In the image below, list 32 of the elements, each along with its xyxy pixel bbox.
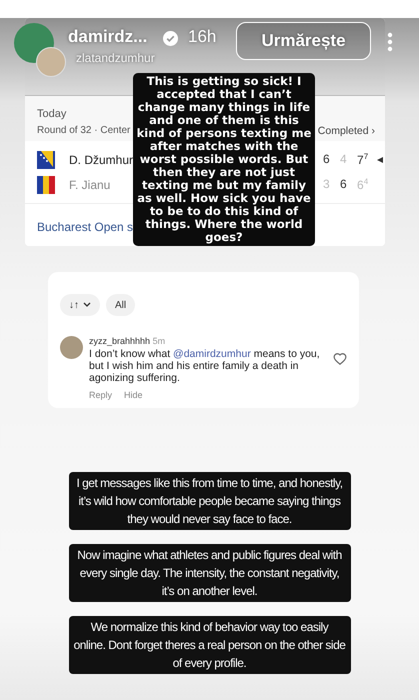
set-score: 6 [340,177,348,192]
chevron-down-icon [83,302,91,308]
set-score: 3 [323,177,331,192]
avatar-placeholder [60,336,83,359]
mention-link[interactable]: @damirdzumhur [173,348,251,360]
round-label: Round of 32 · Center [37,125,130,137]
heart-icon[interactable] [333,352,347,366]
overlay-text: This is getting so sick! I accepted that I can’t change many things in life and one of them is this kind of persons texting me after matches with the worst possible words. But then they are not just texting me but my family as well. How sick you have to be to do this kind of things. Where the world goes? [133,73,315,246]
comment-action[interactable]: Hide [124,390,143,400]
player-name: D. Džumhur [69,152,134,166]
filter-chip[interactable]: All [106,294,136,316]
tournament-link[interactable]: Bucharest Open s [37,220,134,234]
set-score: 6 [323,152,331,167]
post-time: 16h [188,27,216,47]
set-score: 4 [340,152,348,167]
comment-text: I don’t know what @damirdzumhur means to you, but I wish him and his entire family a death in agonizing suffering. [89,348,321,384]
caption-text: We normalize this kind of behavior way too easily online. Dont forget theres a real person on the other side of every profile. [68,616,350,674]
follow-button[interactable]: Urmărește [236,22,371,60]
more-icon[interactable] [387,32,393,52]
caption-text: Now imagine what athletes and public figures deal with every single day. The intensity, the constant negativity, it’s on another level. [68,544,350,602]
flag-icon [37,176,55,194]
date-label: Today [37,108,66,120]
comment-action[interactable]: Reply [89,390,112,400]
sort-chip[interactable]: ↓↑ [60,294,100,316]
comment-username: zyzz_brahhhhh 5m [89,336,166,346]
set-score: 7$^{7}$ [357,152,370,167]
set-score: 6$^{4}$ [357,177,370,192]
caption-text: I get messages like this from time to time, and honestly, it’s wild how comfortable people became saying things they would never say face to face. [68,472,350,530]
player-name: F. Jianu [69,178,110,192]
username[interactable]: damirdz... [68,27,148,47]
flag-icon [37,150,55,168]
status-label: Completed › [318,125,375,137]
